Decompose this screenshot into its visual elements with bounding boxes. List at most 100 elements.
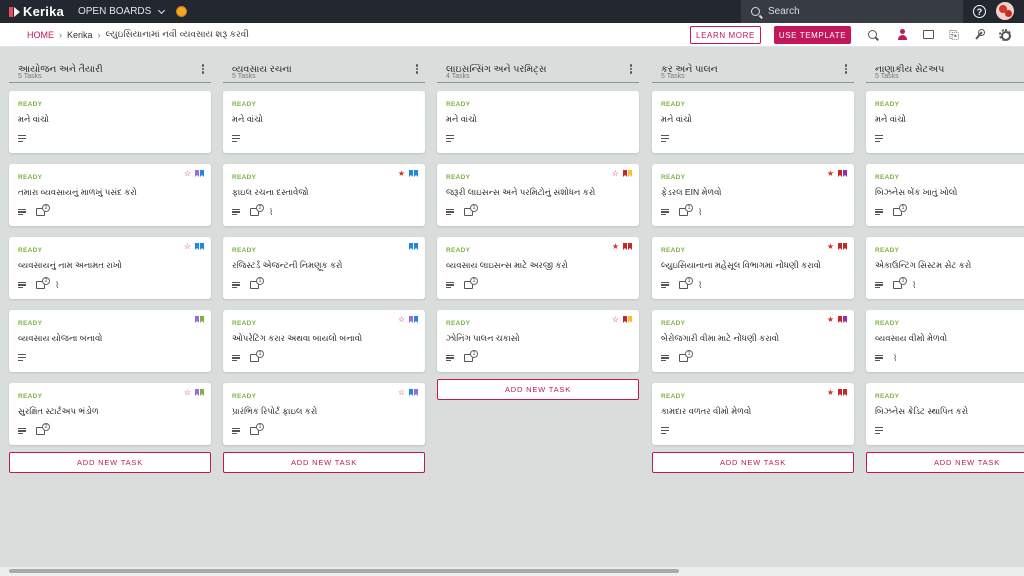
use-template-button[interactable]: USE TEMPLATE <box>774 26 851 44</box>
task-card[interactable]: READY બેરોજગારી વીમા માટે નોંધણી કરાવો 1 ★ <box>652 310 854 372</box>
column-header[interactable]: કર અને પાલન 5 Tasks <box>652 47 854 83</box>
description-icon <box>446 208 454 216</box>
task-indicators <box>446 135 464 142</box>
task-status: READY <box>661 101 686 108</box>
task-card[interactable]: READY બિઝનેસ બેંક ખાતું ખોલો 1 <box>866 164 1024 226</box>
task-indicators: 1 <box>446 204 483 216</box>
tag-flag-icon <box>408 389 413 396</box>
tag-flag-icon <box>628 243 632 250</box>
checklist-icon: 2 <box>36 423 50 435</box>
task-card[interactable]: READY રજિસ્ટર્ડ એજન્ટની નિમણૂક કરો 1 <box>223 237 425 299</box>
star-outline-icon[interactable]: ☆ <box>184 243 191 251</box>
star-outline-icon[interactable]: ☆ <box>398 316 405 324</box>
tag-flag-icon <box>194 316 199 323</box>
star-filled-icon[interactable]: ★ <box>612 243 619 251</box>
star-filled-icon[interactable]: ★ <box>827 389 834 397</box>
task-indicators: 1 <box>875 204 912 216</box>
checklist-count: 1 <box>256 350 264 358</box>
task-card[interactable]: READY મને વાંચો <box>9 91 211 153</box>
task-flags: ★ <box>827 170 847 178</box>
kerika-logo-icon <box>9 6 21 18</box>
task-status: READY <box>661 393 686 400</box>
more-vert-icon[interactable] <box>629 64 633 75</box>
task-card[interactable]: READY એકાઉન્ટિંગ સિસ્ટમ સેટ કરો 1 ⌇ <box>866 237 1024 299</box>
star-filled-icon[interactable]: ★ <box>827 243 834 251</box>
more-vert-icon[interactable] <box>415 64 419 75</box>
learn-more-button[interactable]: LEARN MORE <box>690 26 761 44</box>
task-card[interactable]: READY સુરક્ષિત સ્ટાર્ટઅપ ભંડોળ 2 ☆ <box>9 383 211 445</box>
column-header[interactable]: વ્યવસાય રચના 5 Tasks <box>223 47 425 83</box>
star-outline-icon[interactable]: ☆ <box>184 389 191 397</box>
add-new-task-button[interactable]: ADD NEW TASK <box>223 452 425 473</box>
task-card[interactable]: READY મને વાંચો <box>866 91 1024 153</box>
task-title: વ્યવસાય યોજના બનાવો <box>18 333 103 343</box>
task-card[interactable]: READY મને વાંચો <box>223 91 425 153</box>
column: આયોજન અને તૈયારી 5 Tasks READY મને વાંચો REA… <box>9 47 211 473</box>
task-indicators: 2 <box>18 423 55 435</box>
avatar[interactable] <box>996 2 1014 20</box>
attachment-icon[interactable]: ⎘ <box>948 29 960 41</box>
star-filled-icon[interactable]: ★ <box>827 170 834 178</box>
column-header[interactable]: નાણાકીય સેટઅપ 5 Tasks <box>866 47 1024 83</box>
breadcrumb-org[interactable]: Kerika <box>67 30 93 40</box>
task-card[interactable]: READY વ્યવસાયનું નામ અનામત રાખો 2 ⌇ ☆ <box>9 237 211 299</box>
breadcrumb-home[interactable]: HOME <box>27 30 54 40</box>
task-title: બિઝનેસ બેંક ખાતું ખોલો <box>875 187 958 197</box>
task-card[interactable]: READY વ્યવસાય યોજના બનાવો <box>9 310 211 372</box>
more-vert-icon[interactable] <box>844 64 848 75</box>
status-indicator-icon[interactable] <box>176 6 188 17</box>
task-card[interactable]: READY લ્યુઇસિયાનાના મહેસૂલ વિભાગમાં નોંધણ… <box>652 237 854 299</box>
horizontal-scrollbar[interactable] <box>0 567 1024 576</box>
star-outline-icon[interactable]: ☆ <box>612 316 619 324</box>
star-outline-icon[interactable]: ☆ <box>398 389 405 397</box>
task-status: READY <box>232 174 257 181</box>
column-header[interactable]: આયોજન અને તૈયારી 5 Tasks <box>9 47 211 83</box>
scrollbar-thumb[interactable] <box>9 569 679 573</box>
task-card[interactable]: READY મને વાંચો <box>437 91 639 153</box>
column-header[interactable]: લાઇસન્સિંગ અને પરમિટ્સ 4 Tasks <box>437 47 639 83</box>
task-card[interactable]: READY ઓપરેટિંગ કરાર અથવા બાયલો બનાવો 1 ☆ <box>223 310 425 372</box>
task-card[interactable]: READY ફાઇલ રચના દસ્તાવેજો 2 ⌇ ★ <box>223 164 425 226</box>
gear-icon[interactable] <box>999 29 1011 41</box>
wrench-icon[interactable] <box>973 29 985 41</box>
task-flags: ★ <box>612 243 632 251</box>
star-outline-icon[interactable]: ☆ <box>184 170 191 178</box>
more-vert-icon[interactable] <box>201 64 205 75</box>
chat-icon[interactable] <box>922 29 934 41</box>
add-new-task-button[interactable]: ADD NEW TASK <box>437 379 639 400</box>
task-card[interactable]: READY બિઝનેસ ક્રેડિટ સ્થાપિત કરો <box>866 383 1024 445</box>
star-outline-icon[interactable]: ☆ <box>612 170 619 178</box>
task-card[interactable]: READY જરૂરી લાઇસન્સ અને પરમિટોનું સંશોધન … <box>437 164 639 226</box>
help-icon[interactable]: ? <box>973 5 986 18</box>
task-card[interactable]: READY ફેડરલ EIN મેળવો 1 ⌇ ★ <box>652 164 854 226</box>
search-icon[interactable] <box>867 29 879 41</box>
task-card[interactable]: READY વ્યવસાય લાઇસન્સ માટે અરજી કરો 1 ★ <box>437 237 639 299</box>
kerika-logo[interactable]: Kerika <box>9 4 64 19</box>
open-boards-menu[interactable]: OPEN BOARDS <box>78 6 166 17</box>
task-indicators: 1 ⌇ <box>661 204 702 217</box>
task-card[interactable]: READY કામદાર વળતર વીમો મેળવો ★ <box>652 383 854 445</box>
star-filled-icon[interactable]: ★ <box>398 170 405 178</box>
task-indicators: 1 <box>232 350 269 362</box>
task-card[interactable]: READY મને વાંચો <box>652 91 854 153</box>
add-user-icon[interactable] <box>896 29 908 41</box>
description-icon <box>875 281 883 289</box>
task-status: READY <box>661 320 686 327</box>
task-card[interactable]: READY તમારા વ્યવસાયનું માળખું પસંદ કરો 2 ☆ <box>9 164 211 226</box>
checklist-count: 2 <box>42 277 50 285</box>
board-toolbar: HOME › Kerika › લ્યુઇસિયાનામાં નવી વ્યવસ… <box>0 23 1024 47</box>
tag-flag-icon <box>622 316 627 323</box>
checklist-count: 1 <box>470 277 478 285</box>
checklist-count: 2 <box>42 423 50 431</box>
task-card[interactable]: READY વ્યવસાય વીમો મેળવો ⌇ <box>866 310 1024 372</box>
task-card[interactable]: READY પ્રારંભિક રિપોર્ટ ફાઇલ કરો 1 ☆ <box>223 383 425 445</box>
task-card[interactable]: READY ઝોનિંગ પાલન ચકાસો 1 ☆ <box>437 310 639 372</box>
add-new-task-button[interactable]: ADD NEW TASK <box>866 452 1024 473</box>
task-title: વ્યવસાય લાઇસન્સ માટે અરજી કરો <box>446 260 568 270</box>
checklist-count: 1 <box>899 204 907 212</box>
checklist-icon: 1 <box>893 277 907 289</box>
search-input[interactable]: Search <box>741 0 963 23</box>
add-new-task-button[interactable]: ADD NEW TASK <box>9 452 211 473</box>
star-filled-icon[interactable]: ★ <box>827 316 834 324</box>
add-new-task-button[interactable]: ADD NEW TASK <box>652 452 854 473</box>
